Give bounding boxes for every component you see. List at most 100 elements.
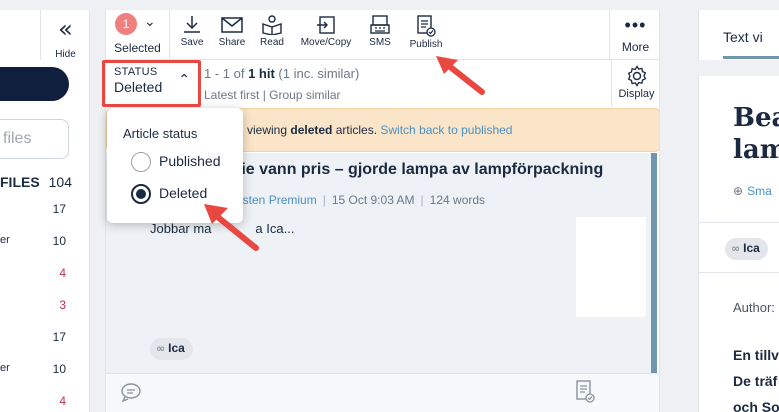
article-snippet-start: Jobbar ma <box>150 221 212 236</box>
selected-count-badge: 1 <box>115 13 137 35</box>
sms-button[interactable]: SMS <box>362 10 398 60</box>
display-button[interactable]: Display <box>611 60 659 107</box>
files-heading: FILES 104 <box>0 174 89 190</box>
file-row[interactable]: er 10 <box>0 362 89 378</box>
banner-bold: deleted <box>290 123 333 137</box>
display-label: Display <box>618 88 655 100</box>
divider <box>699 272 779 273</box>
file-row[interactable]: 17 <box>0 202 89 218</box>
reader-icon <box>262 15 282 35</box>
read-button[interactable]: Read <box>254 10 290 60</box>
status-option-label: Deleted <box>159 185 208 201</box>
download-icon <box>184 16 200 33</box>
share-button[interactable]: Share <box>214 10 250 60</box>
file-row-count: 10 <box>52 362 66 376</box>
article-status-popover: Article status Published Deleted <box>107 108 243 223</box>
sms-label: SMS <box>369 37 391 48</box>
file-row[interactable]: 4 <box>0 394 89 410</box>
gear-icon <box>627 65 646 87</box>
read-label: Read <box>260 37 284 48</box>
file-row-count: 10 <box>52 234 66 248</box>
reader-source-label: Sma <box>747 184 772 198</box>
reader-tag-label: Ica <box>743 241 760 255</box>
file-row-count: 4 <box>59 394 66 408</box>
article-source[interactable]: osten Premium <box>236 193 317 207</box>
move-copy-button[interactable]: Move/Copy <box>296 10 356 60</box>
meta-separator: | <box>420 193 424 207</box>
status-option-label: Published <box>159 153 221 169</box>
file-row-label: er <box>0 362 10 374</box>
comment-icon[interactable] <box>120 382 142 402</box>
hit-count: 1 - 1 of 1 hit (1 inc. similar) <box>204 66 359 81</box>
tab-text-view[interactable]: Text vi <box>723 29 763 45</box>
sort-latest-first[interactable]: Latest first <box>204 88 259 102</box>
files-heading-label: FILES <box>0 174 40 190</box>
files-total-count: 104 <box>48 174 72 190</box>
files-search-input[interactable]: files <box>0 119 69 159</box>
more-button[interactable]: ••• More <box>609 10 659 60</box>
meta-separator: | <box>322 193 326 207</box>
reader-tag[interactable]: ∞ Ica <box>725 238 768 260</box>
article-meta: osten Premium | 15 Oct 9:03 AM | 124 words <box>236 193 485 207</box>
binoculars-icon: ∞ <box>731 242 741 255</box>
article-thumbnail <box>576 217 646 317</box>
group-similar-toggle[interactable]: Group similar <box>269 88 340 102</box>
reader-title-line: Bea <box>733 103 779 133</box>
save-button[interactable]: Save <box>174 10 210 60</box>
file-row[interactable]: 4 <box>0 266 89 282</box>
article-snippet: Jobbar ma a Ica... <box>150 221 294 236</box>
article-word-count: 124 words <box>429 193 486 207</box>
file-row[interactable]: er 10 <box>0 234 89 250</box>
move-copy-label: Move/Copy <box>300 37 352 48</box>
reader-body-line: och So <box>733 399 779 412</box>
banner-prefix: viewing <box>247 123 291 137</box>
share-label: Share <box>218 37 246 48</box>
hit-count-prefix: 1 - 1 of <box>204 66 249 81</box>
more-label: More <box>621 40 650 54</box>
radio-button[interactable] <box>131 152 151 172</box>
article-snippet-end: a Ica... <box>255 221 295 236</box>
status-highlight-box <box>102 60 201 107</box>
reader-source[interactable]: ⊕ Sma <box>733 184 772 198</box>
file-row-count: 17 <box>52 330 66 344</box>
reader-title-line: lam <box>733 135 779 165</box>
popover-heading: Article status <box>123 126 198 141</box>
article-title[interactable]: fie vann pris – gjorde lampa av lampförp… <box>236 161 603 179</box>
sort-options: Latest first | Group similar <box>204 88 341 102</box>
reader-body-line: De träf <box>733 373 778 389</box>
primary-action-button[interactable] <box>0 67 69 101</box>
file-row[interactable]: 3 <box>0 298 89 314</box>
active-tab-underline <box>723 56 779 59</box>
banner-mid: articles. <box>332 123 381 137</box>
file-row-count: 4 <box>59 266 66 280</box>
publish-button[interactable]: Publish <box>406 10 446 60</box>
double-chevron-left-icon: « <box>58 15 73 43</box>
hit-count-suffix: (1 inc. similar) <box>274 66 360 81</box>
article-accent-bar <box>651 153 657 373</box>
more-dots-icon: ••• <box>624 15 647 35</box>
switch-to-published-link[interactable]: Switch back to published <box>380 123 512 137</box>
move-copy-icon <box>317 16 335 34</box>
article-tag[interactable]: ∞ Ica <box>150 338 193 360</box>
reader-body-line: En tillv <box>733 347 779 363</box>
reader-body: En tillv De träf och So <box>733 342 779 412</box>
file-row[interactable]: 17 <box>0 330 89 346</box>
binoculars-icon: ∞ <box>156 342 166 355</box>
selected-dropdown[interactable]: 1 ⌄ Selected <box>106 10 170 60</box>
radio-button-selected[interactable] <box>131 184 151 204</box>
publish-article-icon[interactable] <box>574 380 596 404</box>
hit-count-bold: 1 hit <box>248 66 275 81</box>
divider <box>699 222 779 223</box>
left-sidebar: « Hide files FILES 104 17 er 10 4 3 17 er… <box>0 10 90 412</box>
files-search-placeholder: files <box>3 130 32 147</box>
sms-icon <box>370 15 390 34</box>
reader-pane: Bealam ⊕Sma ∞Ica Author: En tillv De trä… <box>698 76 779 412</box>
chevron-down-icon: ⌄ <box>144 14 156 30</box>
reader-author: Author: <box>733 300 775 315</box>
article-toolbar: 1 ⌄ Selected Save Share Read Move/Copy S… <box>106 10 659 60</box>
article-actions-bar <box>106 373 659 412</box>
hide-sidebar-button[interactable]: « Hide <box>40 10 89 60</box>
article-tag-label: Ica <box>168 341 185 355</box>
reader-article-title: Bealam <box>733 102 779 166</box>
sort-separator: | <box>259 88 270 102</box>
